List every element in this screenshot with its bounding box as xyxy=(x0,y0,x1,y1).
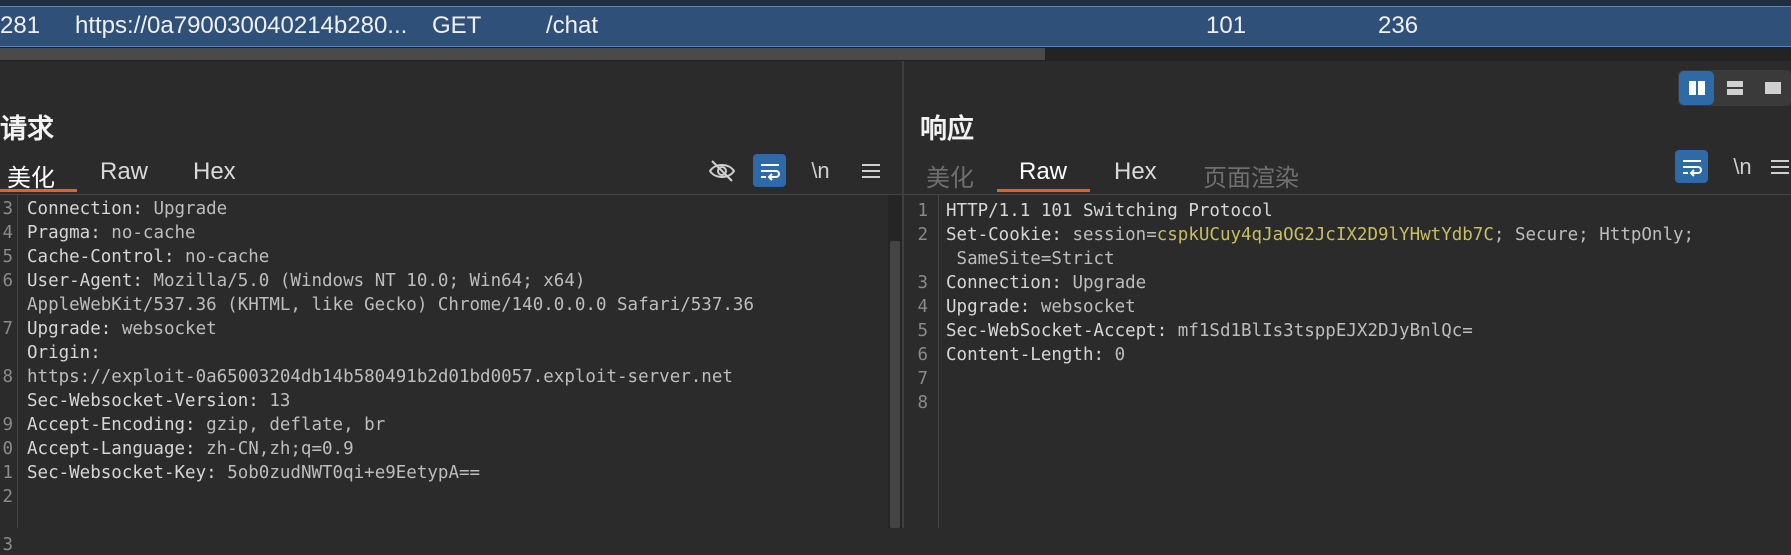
menu-icon[interactable] xyxy=(854,154,887,187)
hide-icon[interactable] xyxy=(705,154,738,187)
code-line: Sec-Websocket-Key: 5ob0zudNWT0qi+e9Eetyp… xyxy=(27,463,481,483)
wrap-lines-icon[interactable] xyxy=(1675,150,1708,183)
tab-hex[interactable]: Hex xyxy=(193,158,236,186)
response-editor[interactable]: 1 2 3 4 5 6 7 8 HTTP/1.1 101 Switching P… xyxy=(904,195,1791,528)
wrap-lines-icon[interactable] xyxy=(753,154,786,187)
scrollbar-thumb[interactable] xyxy=(0,48,1045,60)
response-pane: 响应 美化 Raw Hex 页面渲染 \n 1 2 3 4 5 6 7 8 HT… xyxy=(904,61,1791,528)
single-pane-icon[interactable] xyxy=(1755,71,1790,105)
row-method: GET xyxy=(432,12,482,39)
row-host: https://0a790030040214b280... xyxy=(75,12,408,39)
code-line: User-Agent: Mozilla/5.0 (Windows NT 10.0… xyxy=(27,271,586,291)
code-line: HTTP/1.1 101 Switching Protocol xyxy=(946,201,1273,221)
scrollbar-thumb[interactable] xyxy=(890,241,900,528)
code-line: Origin: xyxy=(27,343,101,363)
menu-icon[interactable] xyxy=(1770,150,1791,183)
newline-icon[interactable]: \n xyxy=(804,154,837,187)
newline-icon[interactable]: \n xyxy=(1726,150,1759,183)
code-line: Content-Length: 0 xyxy=(946,345,1126,365)
request-title: 请求 xyxy=(0,114,54,144)
code-line: Pragma: no-cache xyxy=(27,223,196,243)
code-line: Upgrade: websocket xyxy=(946,297,1136,317)
row-length: 236 xyxy=(1378,12,1419,39)
code-line: Upgrade: websocket xyxy=(27,319,217,339)
code-line: Cache-Control: no-cache xyxy=(27,247,270,267)
row-path: /chat xyxy=(546,12,599,39)
code-line: Connection: Upgrade xyxy=(946,273,1147,293)
active-tab-underline xyxy=(0,189,77,192)
table-row-selected[interactable]: 281 https://0a790030040214b280... GET /c… xyxy=(0,6,1791,47)
code-line: AppleWebKit/537.36 (KHTML, like Gecko) C… xyxy=(27,295,754,315)
code-line: Sec-Websocket-Version: 13 xyxy=(27,391,291,411)
tab-hex[interactable]: Hex xyxy=(1114,158,1157,186)
table-horizontal-scrollbar[interactable] xyxy=(0,47,1791,61)
request-pane: 请求 美化 Raw Hex \n 3 4 5 6 7 8 9 0 1 2 3 C… xyxy=(0,61,902,555)
code-line: https://exploit-0a65003204db14b580491b2d… xyxy=(27,367,733,387)
tab-raw[interactable]: Raw xyxy=(1019,158,1067,186)
tab-pretty[interactable]: 美化 xyxy=(7,158,55,193)
response-title: 响应 xyxy=(920,114,974,144)
active-tab-underline xyxy=(997,189,1090,192)
code-line: Sec-WebSocket-Accept: mf1Sd1BlIs3tsppEJX… xyxy=(946,321,1473,341)
code-line: Set-Cookie: session=cspkUCuy4qJaOG2JcIX2… xyxy=(946,225,1695,245)
line-number-gutter: 3 4 5 6 7 8 9 0 1 2 3 xyxy=(0,195,18,555)
tab-pretty[interactable]: 美化 xyxy=(926,158,974,193)
row-id: 281 xyxy=(0,12,41,39)
split-vertical-icon[interactable] xyxy=(1717,71,1752,105)
tab-raw[interactable]: Raw xyxy=(100,158,148,186)
request-vertical-scrollbar[interactable] xyxy=(888,195,902,528)
code-line: Connection: Upgrade xyxy=(27,199,228,219)
code-line: SameSite=Strict xyxy=(946,249,1115,269)
tab-render[interactable]: 页面渲染 xyxy=(1203,158,1299,193)
split-horizontal-icon[interactable] xyxy=(1679,71,1714,105)
response-tabs: 美化 Raw Hex 页面渲染 xyxy=(904,158,1791,193)
request-editor[interactable]: 3 4 5 6 7 8 9 0 1 2 3 Connection: Upgrad… xyxy=(0,195,890,555)
row-status: 101 xyxy=(1206,12,1247,39)
layout-toggle-group xyxy=(1678,70,1791,106)
code-line: Accept-Encoding: gzip, deflate, br xyxy=(27,415,386,435)
line-number-gutter: 1 2 3 4 5 6 7 8 xyxy=(904,195,939,528)
code-line: Accept-Language: zh-CN,zh;q=0.9 xyxy=(27,439,354,459)
